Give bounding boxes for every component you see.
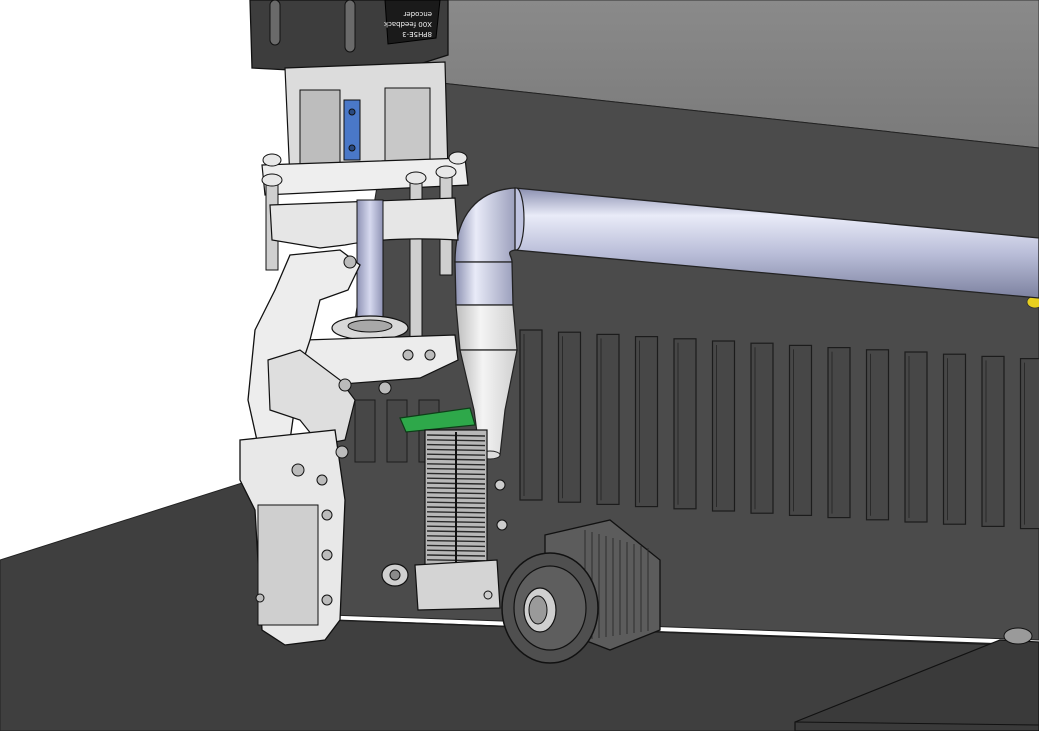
vent-slot bbox=[1019, 358, 1039, 530]
frame-window-left bbox=[299, 89, 341, 166]
motor-slot-left bbox=[269, 0, 281, 46]
motor-label-line2: X00 feedback bbox=[383, 20, 432, 28]
vent-slot bbox=[942, 353, 967, 525]
vent-slot bbox=[519, 329, 543, 501]
contact-nut-hole bbox=[389, 569, 401, 581]
corner-bolt bbox=[1003, 627, 1033, 645]
coupler-screw bbox=[348, 108, 356, 116]
gripper-finger-pad bbox=[257, 504, 319, 626]
vent-slot bbox=[827, 347, 851, 519]
nozzle-upper bbox=[455, 304, 518, 351]
motor-label-line3: encoder bbox=[403, 10, 432, 18]
bearing-inner bbox=[347, 319, 393, 333]
vent-slot bbox=[750, 342, 774, 514]
vent-slot bbox=[981, 355, 1005, 527]
vent-slot bbox=[386, 399, 408, 463]
lead-screw-rod bbox=[356, 199, 384, 331]
vent-slot bbox=[354, 399, 376, 463]
motor-slot-right bbox=[344, 0, 356, 53]
vent-slot bbox=[673, 338, 697, 510]
contact-base bbox=[414, 559, 501, 611]
vent-slot bbox=[634, 336, 659, 508]
vent-slot bbox=[557, 331, 582, 503]
vent-slot bbox=[904, 351, 928, 523]
frame-window-right bbox=[384, 87, 431, 167]
coupler-screw bbox=[348, 144, 356, 152]
air-pipe-vertical bbox=[454, 261, 514, 306]
motor-label-line1: 8PH5E-3 bbox=[402, 30, 432, 38]
vent-slot bbox=[865, 349, 890, 521]
vent-slot bbox=[711, 340, 736, 512]
vent-slot bbox=[788, 344, 813, 516]
cad-render-scene: 8PH5E-3 X00 feedback encoder bbox=[0, 0, 1039, 731]
vent-slot bbox=[596, 333, 620, 505]
